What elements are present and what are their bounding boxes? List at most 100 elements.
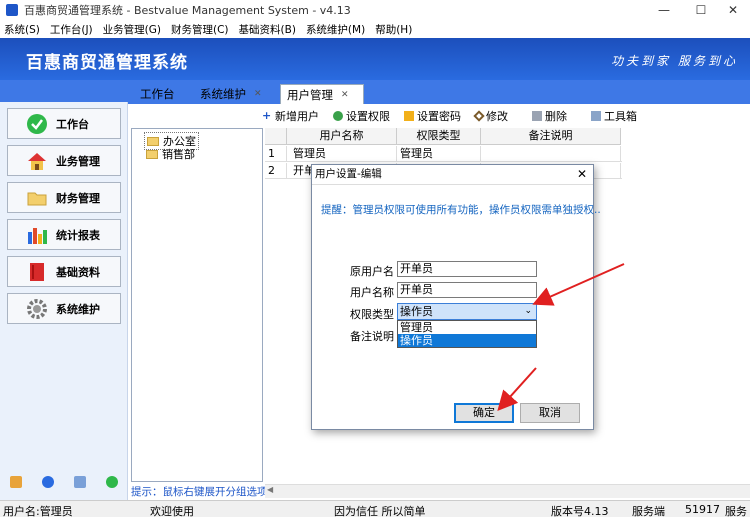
row-index: 2 xyxy=(265,163,287,179)
close-icon[interactable]: ✕ xyxy=(254,89,262,99)
delete-button[interactable]: 删除 xyxy=(532,108,567,124)
status-port: 51917 xyxy=(685,503,720,516)
toolbar-label: 删除 xyxy=(545,110,567,123)
chevron-down-icon[interactable]: ⌄ xyxy=(524,304,532,319)
left-nav: 工作台 业务管理 财务管理 统计报表 基础资料 系统维护 xyxy=(0,102,128,500)
cell-name: 管理员 xyxy=(287,146,397,162)
option-admin[interactable]: 管理员 xyxy=(398,321,536,334)
group-tree: 办公室 销售部 xyxy=(131,128,263,482)
book-icon xyxy=(26,261,48,283)
edit-icon[interactable] xyxy=(10,476,22,488)
nav-reports-button[interactable]: 统计报表 xyxy=(7,219,121,250)
nav-finance-button[interactable]: 财务管理 xyxy=(7,182,121,213)
scroll-left-icon[interactable]: ◀ xyxy=(267,485,273,494)
bar-chart-icon xyxy=(26,224,48,246)
nav-label: 业务管理 xyxy=(56,154,100,168)
nav-label: 统计报表 xyxy=(56,228,100,242)
house-icon xyxy=(26,150,48,172)
shield-icon xyxy=(333,111,343,121)
slogan: 功夫到家 服务到心 xyxy=(611,54,738,68)
header-banner: 百惠商贸通管理系统 功夫到家 服务到心 xyxy=(0,38,750,80)
horizontal-scrollbar[interactable]: ◀ xyxy=(265,484,750,498)
window-titlebar: 百惠商贸通管理系统 - Bestvalue Management System … xyxy=(0,0,750,20)
toolbar-label: 新增用户 xyxy=(275,110,319,123)
user-name-input[interactable]: 开单员 xyxy=(397,282,537,298)
cell-note xyxy=(481,146,621,162)
delete-icon xyxy=(532,111,542,121)
tab-label: 用户管理 xyxy=(287,87,333,102)
user-edit-dialog: 用户设置-编辑 ✕ 提醒：管理员权限可使用所有功能，操作员权限需单独授权.. 原… xyxy=(311,164,601,430)
nav-business-button[interactable]: 业务管理 xyxy=(7,145,121,176)
search-icon[interactable] xyxy=(74,476,86,488)
brand-title: 百惠商贸通管理系统 xyxy=(26,53,188,73)
plus-icon: + xyxy=(262,109,272,122)
tab-label: 工作台 xyxy=(140,87,175,101)
app-icon xyxy=(6,4,18,16)
menu-bar: 系统(S) 工作台(J) 业务管理(G) 财务管理(C) 基础资料(B) 系统维… xyxy=(0,20,750,38)
menu-basic-data[interactable]: 基础资料(B) xyxy=(239,22,296,37)
close-icon[interactable]: ✕ xyxy=(341,90,349,100)
maximize-button[interactable]: ☐ xyxy=(684,0,718,20)
toolbar-label: 工具箱 xyxy=(604,110,637,123)
column-header-type[interactable]: 权限类型 xyxy=(397,128,481,145)
folder-icon xyxy=(147,136,159,146)
tree-tip: 提示：鼠标右键展开分组选项 xyxy=(131,486,268,498)
lock-icon xyxy=(404,111,414,121)
note-label: 备注说明 xyxy=(350,330,394,343)
permission-dropdown: 管理员 操作员 xyxy=(397,320,537,348)
toolbar-label: 设置权限 xyxy=(346,110,390,123)
cell-type: 管理员 xyxy=(397,146,481,162)
menu-workbench[interactable]: 工作台(J) xyxy=(50,22,93,37)
original-name-input[interactable]: 开单员 xyxy=(397,261,537,277)
tab-workbench[interactable]: 工作台 xyxy=(138,84,196,104)
ok-button[interactable]: 确定 xyxy=(454,403,514,423)
tab-bar: 工作台 系统维护 ✕ 用户管理 ✕ xyxy=(128,84,750,104)
nav-basic-data-button[interactable]: 基础资料 xyxy=(7,256,121,287)
status-bar: 用户名:管理员 欢迎使用 因为信任 所以简单 版本号4.13 服务端 51917… xyxy=(0,500,750,518)
clock-icon[interactable] xyxy=(42,476,54,488)
menu-business[interactable]: 业务管理(G) xyxy=(103,22,161,37)
nav-label: 财务管理 xyxy=(56,191,100,205)
table-row[interactable]: 1 管理员 管理员 xyxy=(265,146,622,162)
dialog-close-button[interactable]: ✕ xyxy=(577,165,587,184)
tab-user-management[interactable]: 用户管理 ✕ xyxy=(280,84,364,104)
menu-system[interactable]: 系统(S) xyxy=(4,22,40,37)
dialog-title: 用户设置-编辑 xyxy=(312,165,593,185)
folder-icon xyxy=(146,149,158,159)
minimize-button[interactable]: — xyxy=(647,0,681,20)
close-window-button[interactable]: ✕ xyxy=(716,0,750,20)
row-index: 1 xyxy=(265,146,287,162)
set-password-button[interactable]: 设置密码 xyxy=(404,108,461,124)
edit-icon xyxy=(473,110,485,122)
toolbox-icon xyxy=(591,111,601,121)
tree-item-sales[interactable]: 销售部 xyxy=(146,146,195,162)
set-permission-button[interactable]: 设置权限 xyxy=(333,108,390,124)
gear-icon xyxy=(26,298,48,320)
column-header-note[interactable]: 备注说明 xyxy=(481,128,621,145)
tab-label: 系统维护 xyxy=(200,87,246,101)
original-name-label: 原用户名 xyxy=(350,265,394,278)
toolbox-button[interactable]: 工具箱 xyxy=(591,108,637,124)
tab-maintenance[interactable]: 系统维护 ✕ xyxy=(198,84,276,104)
user-name-label: 用户名称 xyxy=(350,286,394,299)
permission-type-select[interactable]: 操作员 ⌄ xyxy=(397,303,537,320)
nav-label: 系统维护 xyxy=(56,302,100,316)
edit-button[interactable]: 修改 xyxy=(473,108,508,124)
check-circle-icon xyxy=(26,113,48,135)
cancel-button[interactable]: 取消 xyxy=(520,403,580,423)
nav-maintenance-button[interactable]: 系统维护 xyxy=(7,293,121,324)
menu-finance[interactable]: 财务管理(C) xyxy=(171,22,229,37)
add-user-button[interactable]: + 新增用户 xyxy=(262,108,319,124)
select-value: 操作员 xyxy=(400,305,433,318)
quick-icons xyxy=(0,470,128,494)
column-header-name[interactable]: 用户名称 xyxy=(287,128,397,145)
toolbar-label: 修改 xyxy=(486,110,508,123)
toolbar-label: 设置密码 xyxy=(417,110,461,123)
option-operator[interactable]: 操作员 xyxy=(398,334,536,347)
refresh-icon[interactable] xyxy=(106,476,118,488)
nav-workbench-button[interactable]: 工作台 xyxy=(7,108,121,139)
permission-hint: 提醒：管理员权限可使用所有功能，操作员权限需单独授权.. xyxy=(321,204,601,216)
folder-icon xyxy=(26,187,48,209)
menu-maintenance[interactable]: 系统维护(M) xyxy=(306,22,365,37)
menu-help[interactable]: 帮助(H) xyxy=(375,22,412,37)
